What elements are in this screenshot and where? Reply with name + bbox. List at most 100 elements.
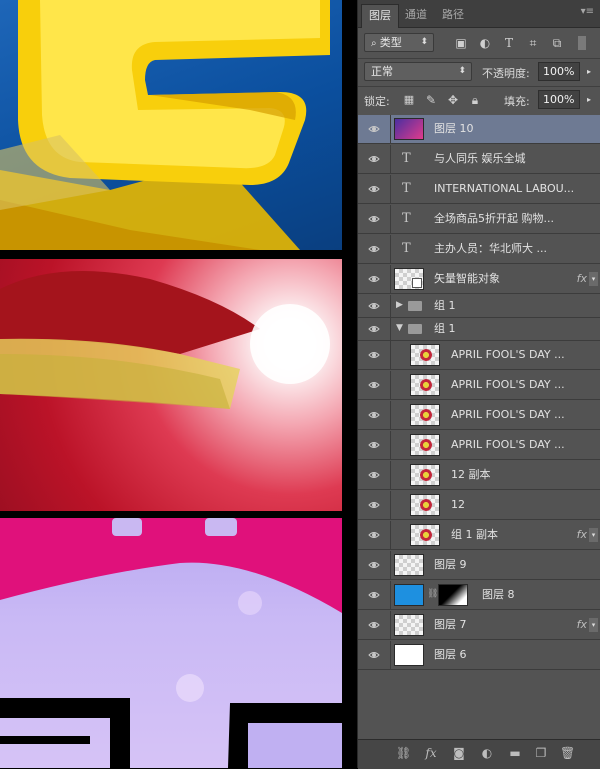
tab-layers[interactable]: 图层 (361, 4, 399, 28)
visibility-eye-icon[interactable] (368, 469, 380, 481)
tab-channels[interactable]: 通道 (398, 4, 434, 27)
type-filter-icon[interactable]: T (502, 36, 516, 50)
visibility-eye-icon[interactable] (368, 300, 380, 312)
lock-all-padlock-icon[interactable]: 🔒︎ (468, 93, 482, 107)
divider (390, 295, 391, 317)
layer-name[interactable]: 12 副本 (451, 461, 491, 489)
layer-thumbnail (410, 344, 440, 366)
effects-expand-arrow-icon[interactable]: ▾ (589, 272, 598, 286)
layer-row[interactable]: APRIL FOOL'S DAY ... (358, 401, 600, 430)
layer-name[interactable]: 图层 10 (434, 115, 474, 143)
shape-filter-icon[interactable]: ⌗ (526, 36, 540, 50)
effects-expand-arrow-icon[interactable]: ▾ (589, 618, 598, 632)
layer-name[interactable]: 图层 6 (434, 641, 467, 669)
mask-link-chain-icon[interactable]: ⛓ (427, 589, 438, 599)
visibility-eye-icon[interactable] (368, 499, 380, 511)
canvas-section-top (0, 0, 342, 250)
panel-menu-icon[interactable]: ▾≡ (581, 6, 594, 17)
new-layer-icon[interactable]: ❐ (534, 746, 548, 760)
layer-row[interactable]: T INTERNATIONAL LABOU... (358, 175, 600, 204)
visibility-eye-icon[interactable] (368, 409, 380, 421)
fill-input[interactable]: 100% (538, 90, 580, 109)
visibility-eye-icon[interactable] (368, 273, 380, 285)
visibility-eye-icon[interactable] (368, 559, 380, 571)
visibility-eye-icon[interactable] (368, 349, 380, 361)
layer-row[interactable]: 图层 9 (358, 551, 600, 580)
visibility-eye-icon[interactable] (368, 153, 380, 165)
layer-name[interactable]: 图层 7 (434, 611, 467, 639)
visibility-eye-icon[interactable] (368, 123, 380, 135)
effects-expand-arrow-icon[interactable]: ▾ (589, 528, 598, 542)
add-layer-style-fx-icon[interactable]: fx (424, 746, 438, 760)
new-group-folder-icon[interactable]: ▬ (508, 746, 522, 760)
layer-name[interactable]: APRIL FOOL'S DAY ... (451, 401, 565, 429)
layer-row[interactable]: APRIL FOOL'S DAY ... (358, 431, 600, 460)
expand-triangle-open-icon[interactable]: ▼ (396, 323, 403, 333)
visibility-eye-icon[interactable] (368, 183, 380, 195)
layer-row[interactable]: ▶ 组 1 (358, 295, 600, 318)
link-layers-icon[interactable]: ⛓ (396, 746, 411, 760)
layer-name[interactable]: 图层 9 (434, 551, 467, 579)
layer-row[interactable]: T 全场商品5折开起 购物... (358, 205, 600, 234)
layer-name[interactable]: APRIL FOOL'S DAY ... (451, 341, 565, 369)
layer-row[interactable]: APRIL FOOL'S DAY ... (358, 341, 600, 370)
new-adjustment-layer-icon[interactable]: ◐ (480, 746, 494, 760)
layer-row[interactable]: 图层 6 (358, 641, 600, 670)
layer-name[interactable]: 组 1 副本 (451, 521, 498, 549)
lock-row: 锁定: ▦ ✎ ✥ 🔒︎ 填充: 100% ▸ (358, 90, 600, 112)
layer-row[interactable]: APRIL FOOL'S DAY ... (358, 371, 600, 400)
opacity-slider-arrow-icon[interactable]: ▸ (582, 62, 596, 81)
filter-toggle-icon[interactable] (578, 36, 586, 50)
layer-row[interactable]: 12 副本 (358, 461, 600, 490)
expand-triangle-closed-icon[interactable]: ▶ (396, 300, 403, 310)
visibility-eye-icon[interactable] (368, 379, 380, 391)
lock-image-pixels-brush-icon[interactable]: ✎ (424, 93, 438, 107)
lock-position-move-icon[interactable]: ✥ (446, 93, 460, 107)
layer-name[interactable]: 组 1 (434, 318, 456, 340)
layer-row[interactable]: ⛓ 图层 8 (358, 581, 600, 610)
layer-effects-fx-icon[interactable]: fx (577, 618, 587, 631)
layer-row[interactable]: T 与人同乐 娱乐全城 (358, 145, 600, 174)
layer-name[interactable]: APRIL FOOL'S DAY ... (451, 371, 565, 399)
layer-row[interactable]: 图层 10 (358, 115, 600, 144)
layer-name[interactable]: 图层 8 (482, 581, 515, 609)
visibility-eye-icon[interactable] (368, 439, 380, 451)
visibility-eye-icon[interactable] (368, 589, 380, 601)
opacity-input[interactable]: 100% (538, 62, 580, 81)
layer-name[interactable]: 组 1 (434, 295, 456, 317)
layer-effects-fx-icon[interactable]: fx (577, 528, 587, 541)
fill-slider-arrow-icon[interactable]: ▸ (582, 90, 596, 109)
delete-layer-trash-icon[interactable]: 🗑︎ (560, 746, 575, 760)
visibility-eye-icon[interactable] (368, 649, 380, 661)
layer-name[interactable]: 主办人员：华北师大 ... (434, 235, 547, 263)
document-canvas[interactable] (0, 0, 357, 768)
adjustment-filter-icon[interactable]: ◐ (478, 36, 492, 50)
layer-name[interactable]: 12 (451, 491, 465, 519)
filter-row: ⌕ 类型 ⬍ ▣ ◐ T ⌗ ⧉ (358, 33, 600, 55)
add-mask-icon[interactable]: ◙ (452, 746, 466, 760)
layer-name[interactable]: 矢量智能对象 (434, 265, 500, 293)
layer-name[interactable]: APRIL FOOL'S DAY ... (451, 431, 565, 459)
layer-row[interactable]: T 主办人员：华北师大 ... (358, 235, 600, 264)
tab-paths[interactable]: 路径 (435, 4, 471, 27)
layer-row[interactable]: 12 (358, 491, 600, 520)
layer-mask-thumbnail[interactable] (438, 584, 468, 606)
layer-row[interactable]: 图层 7 fx ▾ (358, 611, 600, 640)
image-filter-icon[interactable]: ▣ (454, 36, 468, 50)
visibility-eye-icon[interactable] (368, 323, 380, 335)
layer-row[interactable]: 矢量智能对象 fx ▾ (358, 265, 600, 294)
layer-name[interactable]: 与人同乐 娱乐全城 (434, 145, 526, 173)
filter-type-dropdown[interactable]: ⌕ 类型 ⬍ (364, 33, 434, 52)
smart-object-filter-icon[interactable]: ⧉ (550, 36, 564, 50)
blend-mode-dropdown[interactable]: 正常 ⬍ (364, 62, 472, 81)
visibility-eye-icon[interactable] (368, 213, 380, 225)
layer-name[interactable]: INTERNATIONAL LABOU... (434, 175, 574, 203)
layer-row[interactable]: ▼ 组 1 (358, 318, 600, 341)
visibility-eye-icon[interactable] (368, 619, 380, 631)
visibility-eye-icon[interactable] (368, 529, 380, 541)
lock-transparent-pixels-icon[interactable]: ▦ (402, 93, 416, 107)
layer-name[interactable]: 全场商品5折开起 购物... (434, 205, 554, 233)
layer-row[interactable]: 组 1 副本 fx ▾ (358, 521, 600, 550)
visibility-eye-icon[interactable] (368, 243, 380, 255)
layer-effects-fx-icon[interactable]: fx (577, 272, 587, 285)
